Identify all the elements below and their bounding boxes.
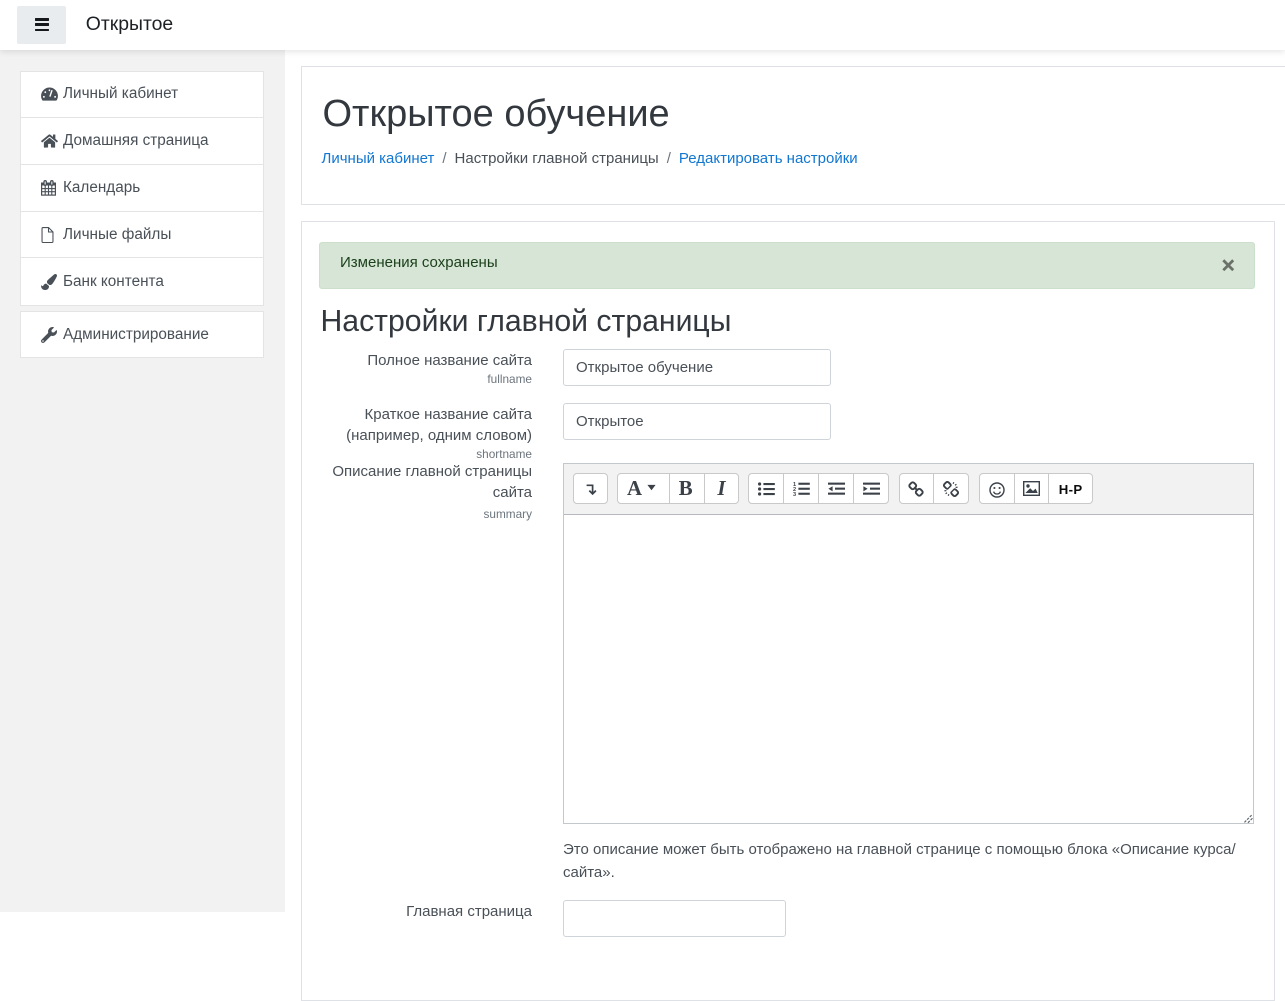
svg-text:3: 3 — [793, 492, 796, 496]
